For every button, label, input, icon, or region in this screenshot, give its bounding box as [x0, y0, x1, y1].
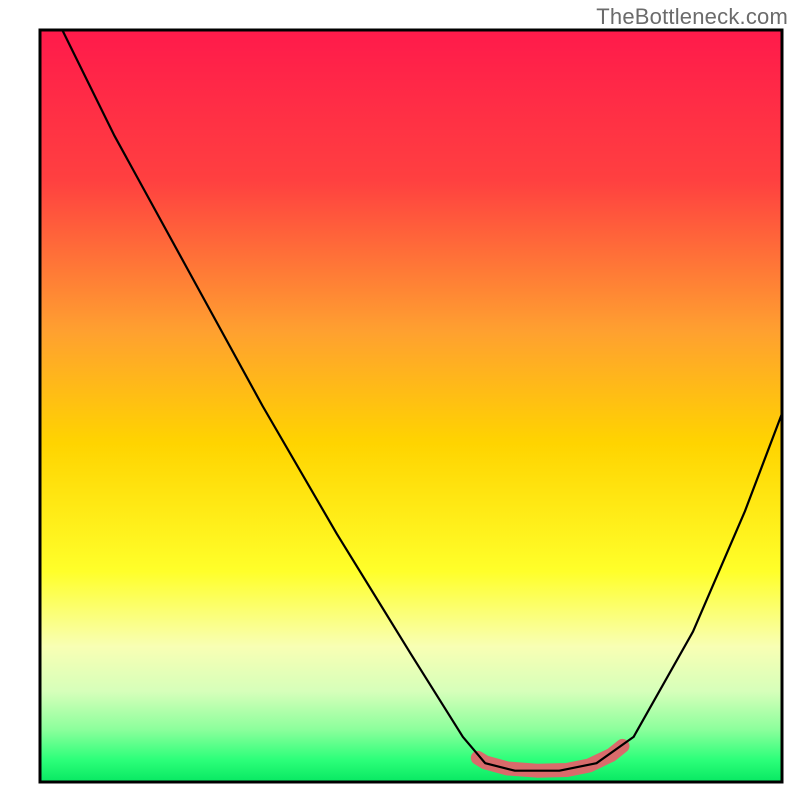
chart-canvas — [0, 0, 800, 800]
watermark-text: TheBottleneck.com — [596, 4, 788, 30]
